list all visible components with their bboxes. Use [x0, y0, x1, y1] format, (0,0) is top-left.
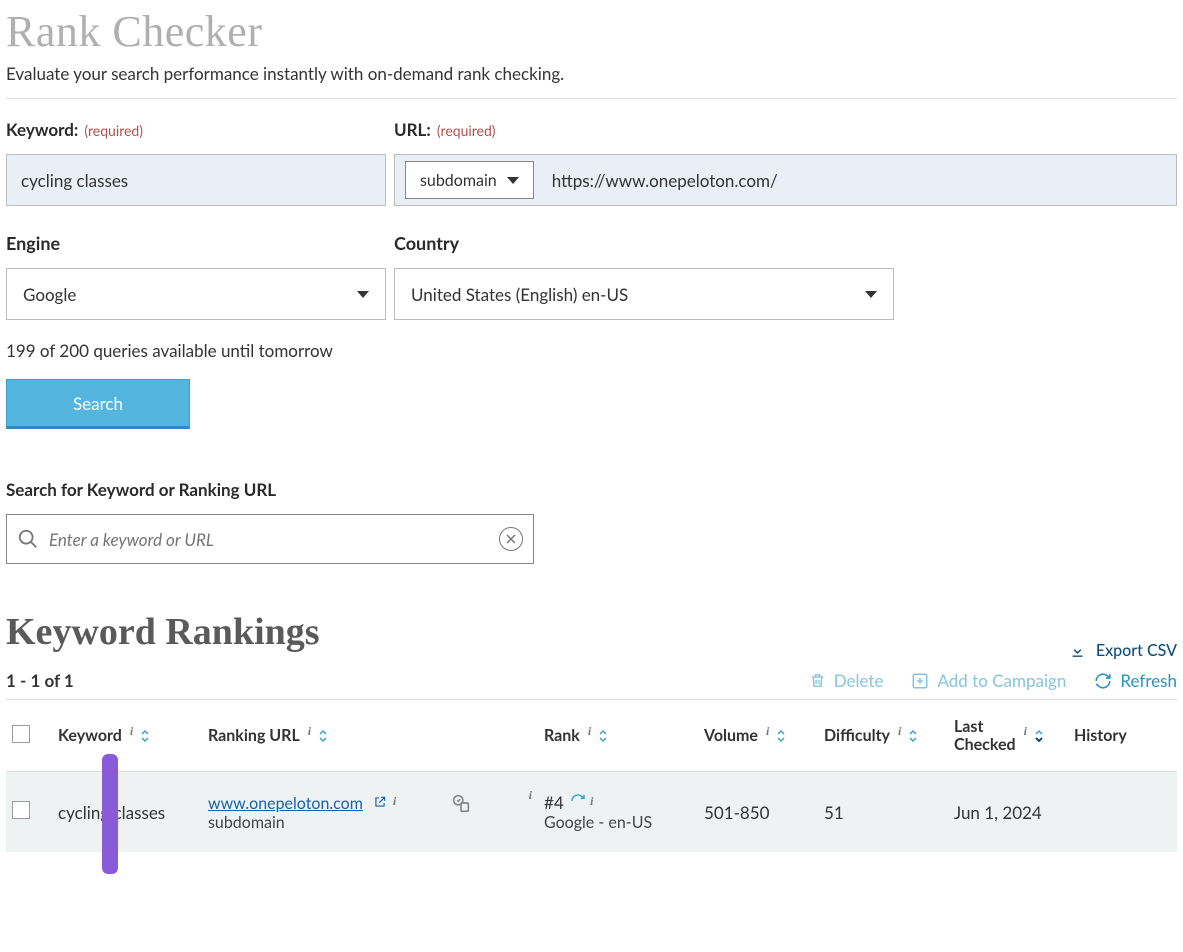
- cell-keyword: cycling classes: [58, 802, 165, 823]
- keyword-input[interactable]: [6, 154, 386, 206]
- cell-last-checked: Jun 1, 2024: [954, 802, 1042, 823]
- search-icon: [17, 528, 39, 550]
- add-icon: [911, 672, 929, 690]
- cell-rank: #4: [544, 792, 564, 813]
- copy-icon[interactable]: [450, 792, 472, 818]
- col-history: History: [1074, 726, 1127, 745]
- delete-action[interactable]: Delete: [809, 670, 884, 691]
- clear-filter-button[interactable]: [499, 527, 523, 551]
- col-last-checked: Last Checked: [954, 718, 1016, 753]
- export-csv-link[interactable]: Export CSV: [1069, 641, 1177, 660]
- required-text-url: (required): [437, 122, 496, 139]
- url-scope-select[interactable]: subdomain: [405, 161, 534, 199]
- rankings-table: Keywordi Ranking URLi Ranki Volumei: [6, 700, 1177, 852]
- required-text: (required): [84, 122, 143, 139]
- filter-input[interactable]: [49, 529, 489, 550]
- sort-icon[interactable]: [775, 728, 787, 744]
- sort-icon[interactable]: [139, 728, 151, 744]
- country-value: United States (English) en-US: [411, 284, 628, 305]
- info-icon[interactable]: i: [590, 794, 593, 808]
- quota-text: 199 of 200 queries available until tomor…: [6, 340, 1177, 361]
- filter-search-box[interactable]: [6, 514, 534, 564]
- download-icon: [1069, 642, 1086, 659]
- page-subtitle: Evaluate your search performance instant…: [6, 63, 1177, 84]
- cell-url-sub: subdomain: [208, 813, 396, 832]
- sort-icon[interactable]: [317, 728, 329, 744]
- info-icon[interactable]: i: [130, 724, 133, 739]
- refresh-label: Refresh: [1120, 670, 1177, 691]
- col-ranking-url: Ranking URL: [208, 726, 300, 745]
- trash-icon: [809, 671, 826, 690]
- close-icon: [506, 534, 516, 544]
- cell-difficulty: 51: [824, 802, 844, 823]
- chevron-down-icon: [865, 291, 877, 298]
- refresh-icon: [1094, 672, 1112, 690]
- col-rank: Rank: [544, 726, 580, 745]
- ranking-url-link[interactable]: www.onepeloton.com: [208, 794, 363, 813]
- col-volume: Volume: [704, 726, 758, 745]
- sort-icon[interactable]: [597, 728, 609, 744]
- export-csv-label: Export CSV: [1096, 641, 1177, 660]
- country-label: Country: [394, 232, 894, 254]
- info-icon[interactable]: i: [308, 724, 311, 739]
- info-icon[interactable]: i: [766, 724, 769, 739]
- col-keyword: Keyword: [58, 726, 122, 745]
- engine-label: Engine: [6, 232, 386, 254]
- divider: [6, 98, 1177, 99]
- cell-volume: 501-850: [704, 802, 769, 823]
- keyword-label: Keyword: (required): [6, 119, 386, 140]
- external-link-icon[interactable]: [373, 795, 391, 812]
- info-icon[interactable]: i: [588, 724, 591, 739]
- keyword-label-text: Keyword:: [6, 119, 78, 140]
- row-checkbox[interactable]: [12, 801, 30, 819]
- sort-icon[interactable]: [907, 728, 919, 744]
- table-row: cycling classes www.onepeloton.com i sub…: [6, 772, 1177, 853]
- sort-icon[interactable]: [1033, 728, 1045, 744]
- add-to-campaign-action[interactable]: Add to Campaign: [911, 670, 1066, 691]
- page-title: Rank Checker: [6, 6, 1177, 57]
- search-button[interactable]: Search: [6, 379, 190, 429]
- url-label-text: URL:: [394, 119, 431, 140]
- url-label: URL: (required): [394, 119, 1177, 140]
- rankings-title: Keyword Rankings: [6, 610, 320, 654]
- col-difficulty: Difficulty: [824, 726, 890, 745]
- refresh-action[interactable]: Refresh: [1094, 670, 1177, 691]
- info-icon[interactable]: i: [529, 788, 532, 803]
- info-icon[interactable]: i: [1024, 725, 1027, 738]
- select-all-checkbox[interactable]: [12, 725, 30, 743]
- info-icon[interactable]: i: [898, 724, 901, 739]
- filter-label: Search for Keyword or Ranking URL: [6, 479, 1177, 500]
- url-scope-value: subdomain: [420, 171, 497, 190]
- results-count: 1 - 1 of 1: [6, 670, 74, 691]
- chevron-down-icon: [507, 177, 519, 184]
- add-campaign-label: Add to Campaign: [937, 670, 1066, 691]
- refresh-rank-icon[interactable]: [570, 793, 586, 809]
- engine-value: Google: [23, 284, 76, 305]
- chevron-down-icon: [357, 291, 369, 298]
- info-icon[interactable]: i: [393, 794, 396, 808]
- engine-select[interactable]: Google: [6, 268, 386, 320]
- delete-label: Delete: [834, 670, 884, 691]
- country-select[interactable]: United States (English) en-US: [394, 268, 894, 320]
- url-input[interactable]: [546, 155, 1176, 205]
- cell-rank-sub: Google - en-US: [544, 813, 692, 832]
